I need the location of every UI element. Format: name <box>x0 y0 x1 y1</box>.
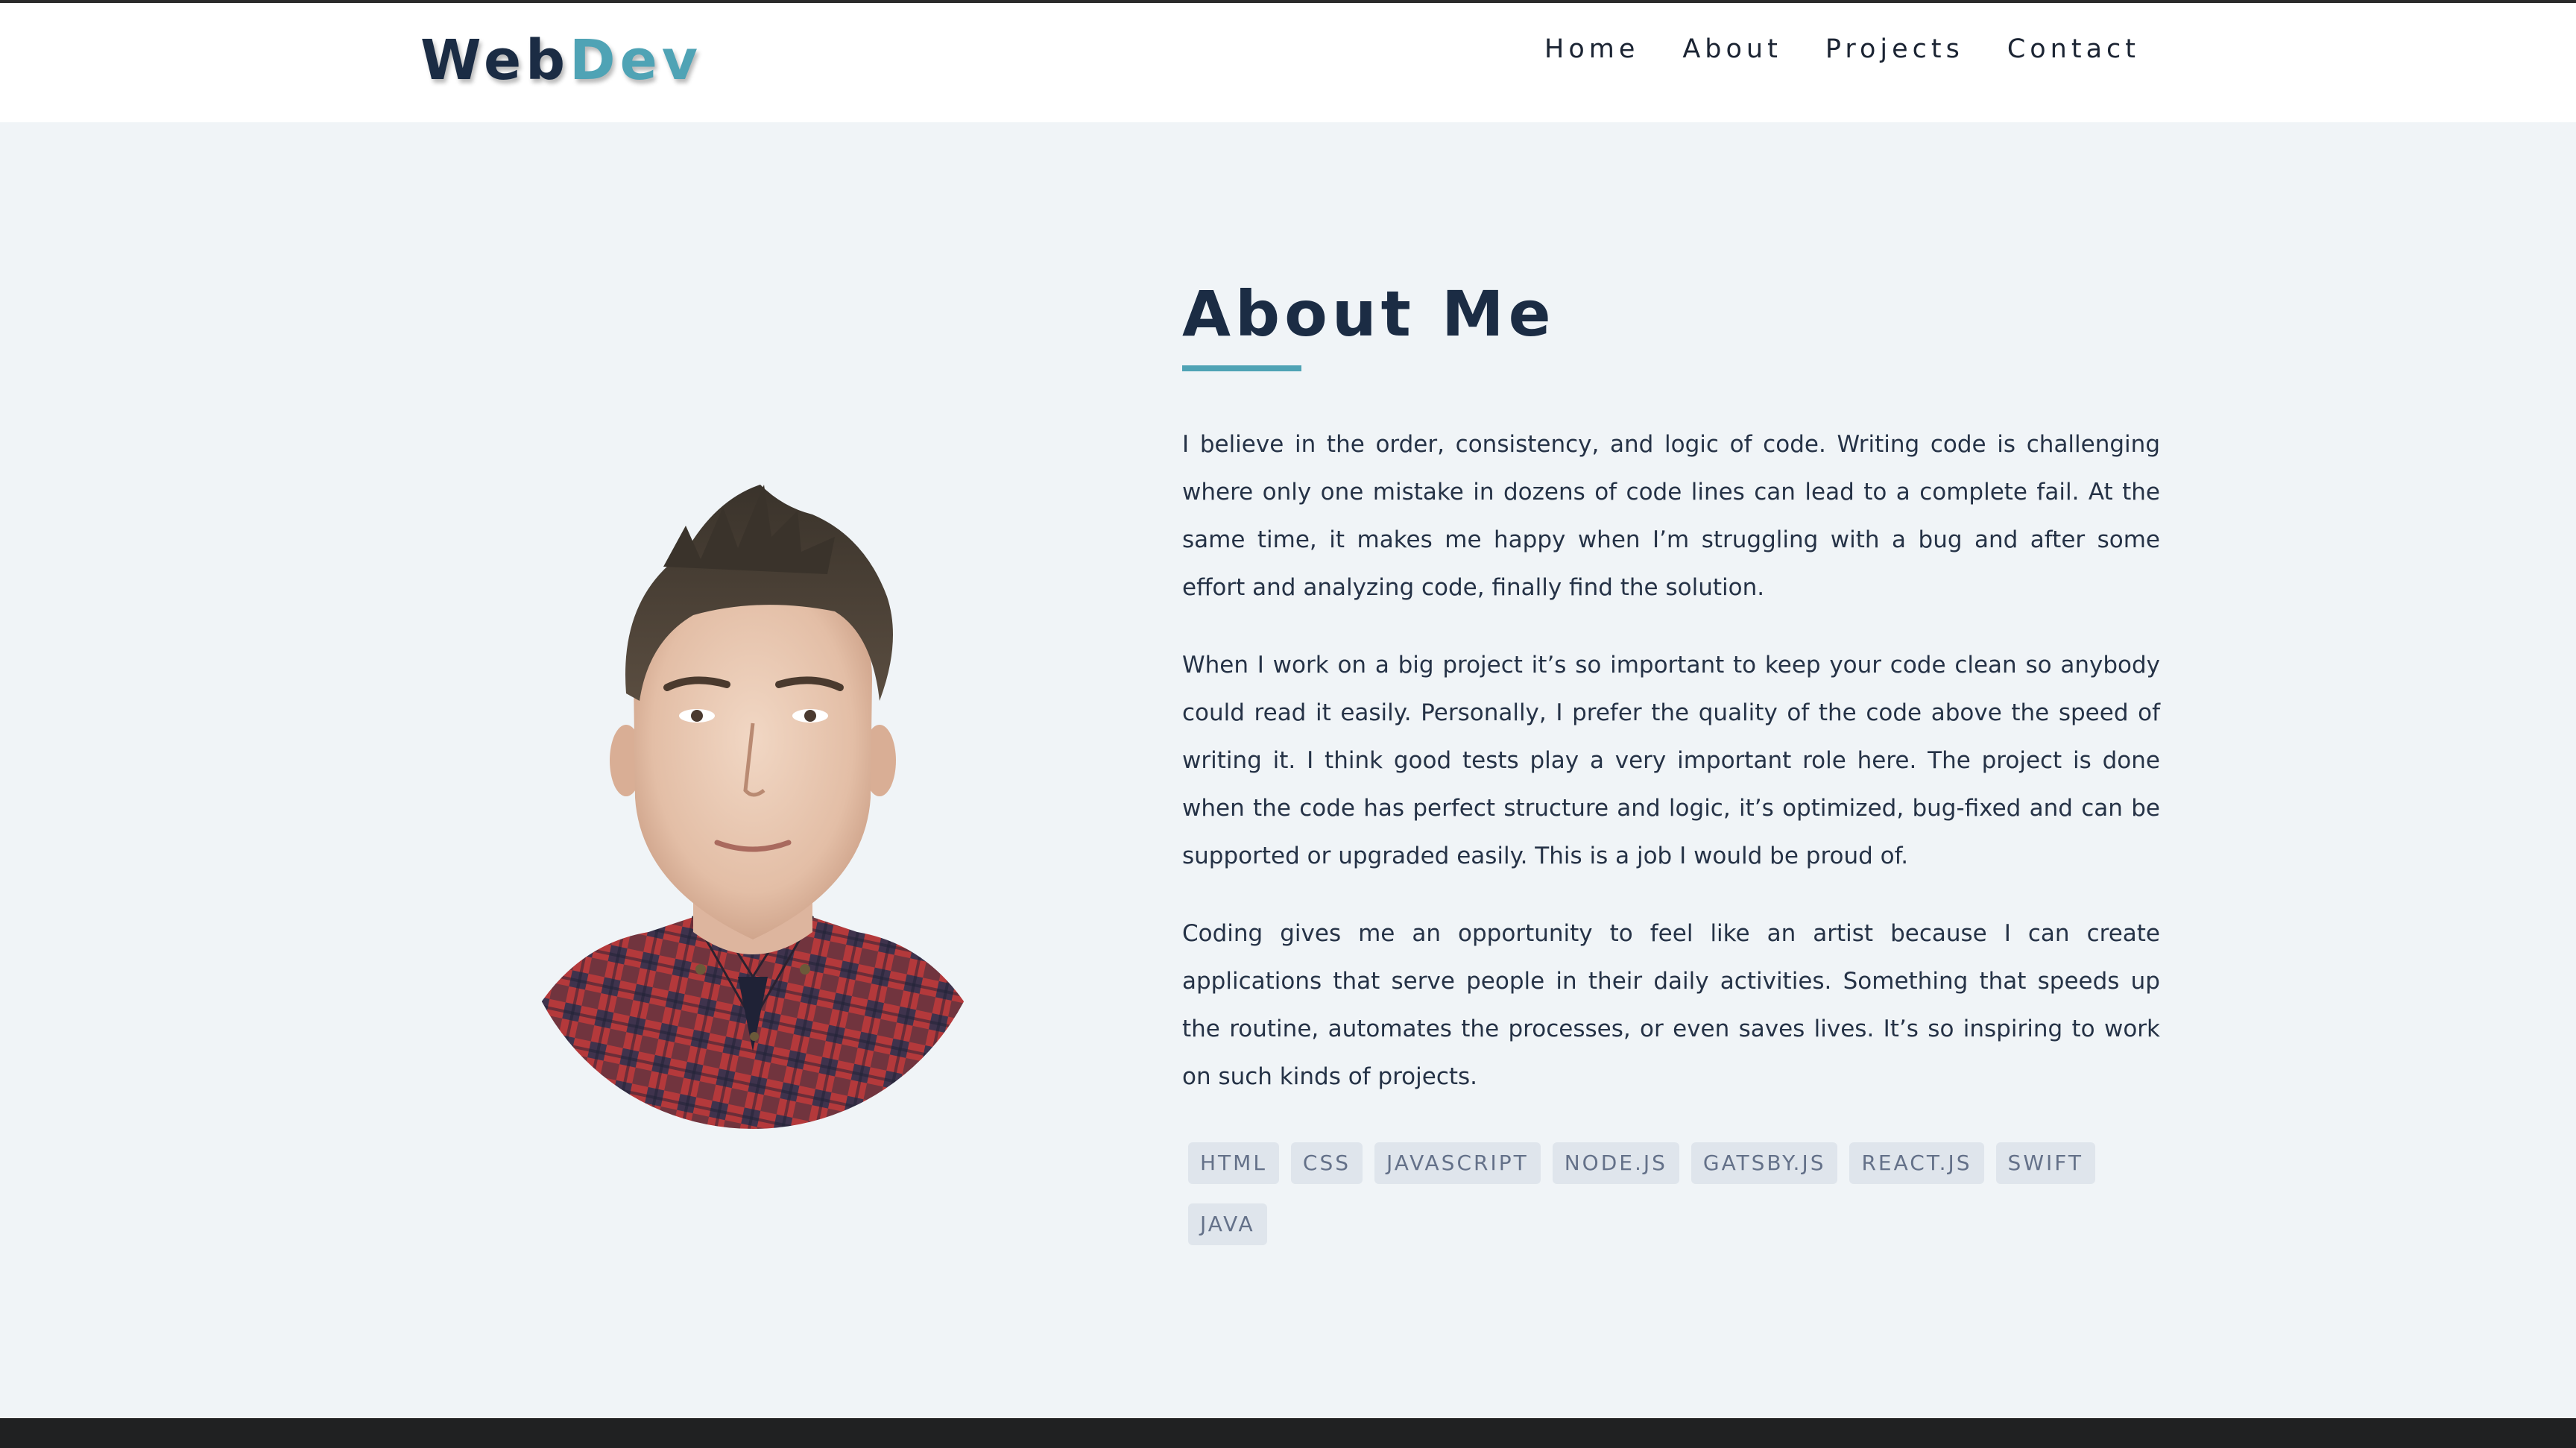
about-paragraph-2: When I work on a big project it’s so imp… <box>1182 652 2160 869</box>
skill-tag-html: HTML <box>1188 1142 1279 1184</box>
about-paragraph-3: Coding gives me an opportunity to feel l… <box>1182 920 2160 1090</box>
logo-dev: Dev <box>569 28 703 92</box>
nav-home-link[interactable]: Home <box>1544 34 1639 64</box>
skills-tag-list: HTML CSS JAVASCRIPT NODE.JS GATSBY.JS RE… <box>1188 1142 2157 1245</box>
skill-tag-swift: SWIFT <box>1995 1142 2095 1184</box>
title-underline <box>1182 365 1301 371</box>
about-title: About Me <box>1182 277 1556 350</box>
nav-about-link[interactable]: About <box>1682 34 1781 64</box>
about-paragraph-1: I believe in the order, consistency, and… <box>1182 431 2160 601</box>
logo-web: Web <box>420 28 570 92</box>
skill-tag-gatsbyjs: GATSBY.JS <box>1690 1142 1838 1184</box>
skill-tag-javascript: JAVASCRIPT <box>1374 1142 1541 1184</box>
profile-photo <box>514 455 991 1129</box>
navbar: WebDev Home About Projects Contact <box>0 3 2576 122</box>
footer-bar <box>0 1418 2576 1448</box>
nav-projects-link[interactable]: Projects <box>1825 34 1964 64</box>
skill-tag-java: JAVA <box>1188 1203 1267 1245</box>
skill-tag-reactjs: REACT.JS <box>1849 1142 1984 1184</box>
main-nav: Home About Projects Contact <box>1544 34 2140 64</box>
nav-contact-link[interactable]: Contact <box>2007 34 2140 64</box>
skill-tag-nodejs: NODE.JS <box>1552 1142 1679 1184</box>
logo[interactable]: WebDev <box>420 28 702 92</box>
skill-tag-css: CSS <box>1290 1142 1363 1184</box>
